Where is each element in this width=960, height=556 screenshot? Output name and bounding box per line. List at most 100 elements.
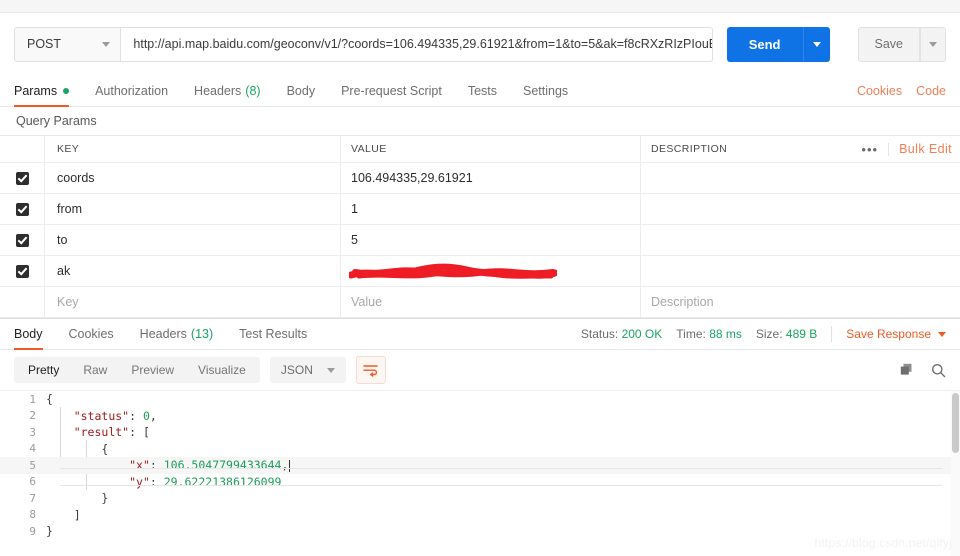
copy-button[interactable] bbox=[900, 363, 915, 378]
table-header-row: KEY VALUE DESCRIPTION ••• Bulk Edit bbox=[0, 136, 960, 163]
row-value[interactable]: 106.494335,29.61921 bbox=[341, 163, 641, 193]
response-tab-test-results[interactable]: Test Results bbox=[226, 319, 320, 349]
row-value[interactable]: 5 bbox=[341, 225, 641, 255]
code-text: "x": 106.5047799433644, bbox=[46, 458, 291, 473]
tab-label: Authorization bbox=[95, 83, 169, 98]
code-line: 4 { bbox=[0, 441, 960, 458]
chevron-down-icon bbox=[938, 331, 946, 337]
code-line: 6 "y": 29.62221386126099 bbox=[0, 474, 960, 491]
chevron-down-icon bbox=[102, 41, 111, 47]
tab-headers[interactable]: Headers (8) bbox=[181, 75, 274, 106]
table-row[interactable]: ak bbox=[0, 256, 960, 287]
tab-authorization[interactable]: Authorization bbox=[82, 75, 181, 106]
request-url-bar: POST http://api.map.baidu.com/geoconv/v1… bbox=[0, 13, 960, 75]
save-button-group: Save bbox=[844, 26, 946, 62]
scrollbar-thumb[interactable] bbox=[952, 393, 959, 453]
header-key: KEY bbox=[45, 136, 341, 162]
code-token: : bbox=[149, 458, 164, 473]
row-checkbox-cell bbox=[0, 194, 45, 224]
row-value[interactable] bbox=[341, 256, 641, 286]
status-value: 200 OK bbox=[621, 327, 663, 341]
response-tab-cookies[interactable]: Cookies bbox=[56, 319, 127, 349]
code-token: : bbox=[149, 474, 164, 489]
response-format-label: JSON bbox=[280, 363, 313, 377]
tab-settings[interactable]: Settings bbox=[510, 75, 581, 106]
row-checkbox[interactable] bbox=[15, 233, 29, 247]
send-button-group: Send bbox=[726, 26, 830, 62]
response-tab-headers[interactable]: Headers (13) bbox=[127, 319, 226, 349]
row-checkbox[interactable] bbox=[16, 296, 29, 309]
code-link[interactable]: Code bbox=[916, 84, 946, 98]
view-raw[interactable]: Raw bbox=[71, 357, 119, 383]
response-format-select[interactable]: JSON bbox=[269, 357, 346, 383]
tab-label: Params bbox=[14, 83, 58, 98]
send-button[interactable]: Send bbox=[726, 26, 803, 62]
window-top-strip bbox=[0, 0, 960, 13]
response-tab-body[interactable]: Body bbox=[14, 319, 56, 350]
row-checkbox-cell bbox=[0, 225, 45, 255]
tab-body[interactable]: Body bbox=[274, 75, 329, 106]
code-token: 106.5047799433644 bbox=[163, 458, 282, 473]
view-preview[interactable]: Preview bbox=[119, 357, 186, 383]
table-row-placeholder[interactable]: Key Value Description bbox=[0, 287, 960, 318]
code-token: 0 bbox=[142, 408, 150, 423]
code-token: { bbox=[46, 392, 53, 407]
send-options-button[interactable] bbox=[802, 26, 830, 62]
view-pretty[interactable]: Pretty bbox=[16, 357, 71, 383]
size-group: Size: 489 B bbox=[756, 327, 817, 341]
row-key[interactable]: to bbox=[45, 225, 341, 255]
save-response-button[interactable]: Save Response bbox=[846, 327, 946, 341]
row-description[interactable] bbox=[641, 225, 960, 255]
tab-badge: (13) bbox=[190, 327, 214, 341]
row-checkbox[interactable] bbox=[15, 202, 29, 216]
cookies-link[interactable]: Cookies bbox=[857, 84, 902, 98]
row-key[interactable]: coords bbox=[45, 163, 341, 193]
view-visualize[interactable]: Visualize bbox=[186, 357, 258, 383]
line-number: 5 bbox=[29, 458, 36, 472]
vertical-scrollbar[interactable] bbox=[951, 391, 960, 556]
response-toolbar-actions bbox=[900, 363, 946, 378]
tab-label: Headers bbox=[194, 83, 242, 98]
more-options-icon[interactable]: ••• bbox=[861, 142, 890, 156]
active-line-rule bbox=[60, 485, 942, 486]
table-row[interactable]: from 1 bbox=[0, 194, 960, 225]
code-token: : [ bbox=[129, 425, 150, 440]
request-url-input[interactable]: http://api.map.baidu.com/geoconv/v1/?coo… bbox=[121, 26, 713, 62]
text-cursor bbox=[289, 459, 291, 472]
search-icon bbox=[932, 363, 946, 377]
code-token: "result" bbox=[73, 425, 130, 440]
code-text: "y": 29.62221386126099 bbox=[46, 475, 281, 489]
tab-tests[interactable]: Tests bbox=[455, 75, 510, 106]
row-key-placeholder[interactable]: Key bbox=[45, 287, 341, 317]
line-number: 6 bbox=[29, 475, 36, 489]
save-options-button[interactable] bbox=[920, 26, 946, 62]
tab-label: Headers bbox=[139, 327, 187, 341]
row-checkbox[interactable] bbox=[15, 171, 29, 185]
response-body-editor[interactable]: 1{2 "status": 0, 3 "result": [4 {5 "x": 1… bbox=[0, 390, 960, 556]
table-row[interactable]: to 5 bbox=[0, 225, 960, 256]
code-line: 9} bbox=[0, 523, 960, 540]
row-description[interactable] bbox=[641, 163, 960, 193]
tab-pre-request-script[interactable]: Pre-request Script bbox=[328, 75, 455, 106]
code-text: { bbox=[46, 392, 53, 406]
wrap-lines-button[interactable] bbox=[355, 356, 386, 384]
row-description[interactable] bbox=[641, 194, 960, 224]
row-value-placeholder[interactable]: Value bbox=[341, 287, 641, 317]
bulk-edit-link[interactable]: Bulk Edit bbox=[899, 142, 952, 156]
header-description: DESCRIPTION ••• Bulk Edit bbox=[641, 136, 960, 162]
code-token: ] bbox=[73, 507, 81, 522]
save-button[interactable]: Save bbox=[857, 26, 920, 62]
row-checkbox[interactable] bbox=[15, 264, 29, 278]
row-description-placeholder[interactable]: Description bbox=[641, 287, 960, 317]
row-description[interactable] bbox=[641, 256, 960, 286]
tab-params[interactable]: Params bbox=[14, 75, 82, 107]
http-method-select[interactable]: POST bbox=[14, 26, 122, 62]
row-key[interactable]: from bbox=[45, 194, 341, 224]
row-value[interactable]: 1 bbox=[341, 194, 641, 224]
search-button[interactable] bbox=[931, 363, 946, 378]
row-key[interactable]: ak bbox=[45, 256, 341, 286]
response-meta: Status: 200 OK Time: 88 ms Size: 489 B S… bbox=[581, 319, 946, 349]
code-lines: 1{2 "status": 0, 3 "result": [4 {5 "x": 1… bbox=[0, 391, 960, 540]
row-checkbox-cell bbox=[0, 256, 45, 286]
table-row[interactable]: coords 106.494335,29.61921 bbox=[0, 163, 960, 194]
